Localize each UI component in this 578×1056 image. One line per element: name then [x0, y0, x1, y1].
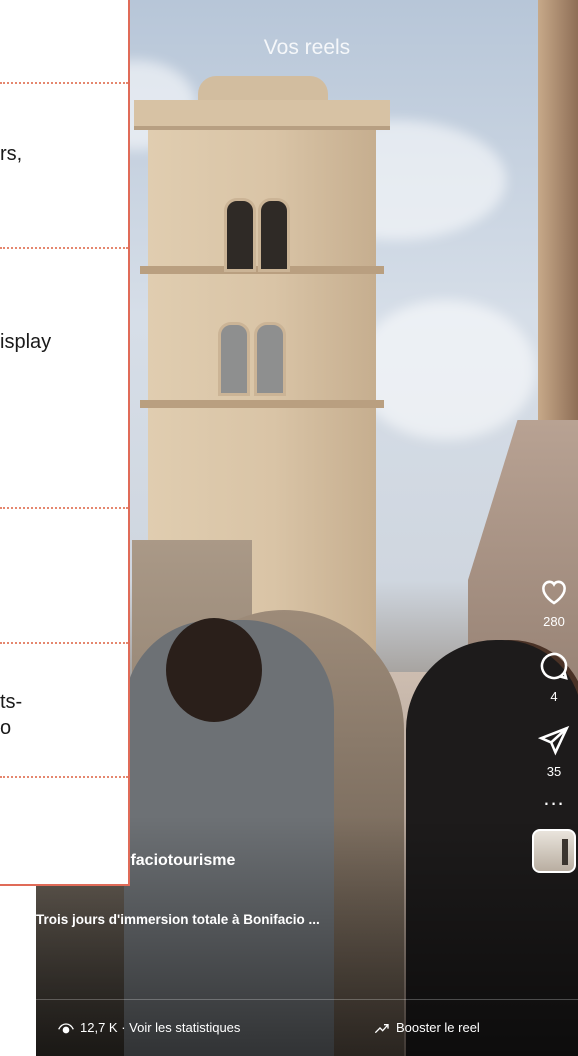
cloud: [356, 300, 536, 440]
like-count: 280: [543, 614, 565, 629]
reel-caption[interactable]: Trois jours d'immersion totale à Bonifac…: [36, 912, 376, 927]
trend-icon: [374, 1023, 389, 1033]
tower-window: [254, 322, 286, 396]
reel-bottom-bar: 12,7 K · Voir les statistiques Booster l…: [36, 999, 578, 1056]
eye-icon: [58, 1022, 74, 1033]
share-count: 35: [546, 764, 562, 779]
boost-reel-button[interactable]: Booster le reel: [374, 1020, 480, 1035]
more-icon: ...: [543, 785, 565, 810]
panel-divider: [0, 776, 128, 778]
tower-window: [218, 322, 250, 396]
tower-window: [258, 198, 290, 272]
comment-button[interactable]: 4: [537, 649, 571, 704]
like-button[interactable]: 280: [537, 574, 571, 629]
tower-window: [224, 198, 256, 272]
panel-divider: [0, 642, 128, 644]
audio-thumbnail[interactable]: [532, 829, 576, 873]
share-button[interactable]: 35: [537, 724, 571, 779]
panel-text-fragment: rs,: [0, 143, 23, 165]
more-button[interactable]: ...: [543, 785, 565, 810]
overlay-panel: rs, isplay ts- o: [0, 0, 130, 886]
panel-divider: [0, 247, 128, 249]
person-left-head: [166, 618, 262, 722]
panel-text-fragment: o: [0, 717, 12, 739]
panel-text-fragment: isplay: [0, 331, 52, 353]
view-stats-button[interactable]: 12,7 K · Voir les statistiques: [58, 1020, 240, 1035]
reel-actions: 280 4 35 ...: [530, 574, 578, 873]
tower-top: [134, 100, 390, 130]
stats-label: 12,7 K · Voir les statistiques: [80, 1020, 241, 1035]
reel-username[interactable]: ifaciotourisme: [126, 852, 235, 870]
tower-cornice: [140, 400, 384, 408]
boost-label: Booster le reel: [396, 1020, 480, 1035]
comment-count: 4: [550, 689, 558, 704]
comment-icon: [540, 652, 568, 680]
panel-text-fragment: ts-: [0, 691, 23, 713]
panel-divider: [0, 507, 128, 509]
panel-divider: [0, 82, 128, 84]
heart-icon: [542, 580, 566, 605]
share-icon: [537, 725, 570, 756]
